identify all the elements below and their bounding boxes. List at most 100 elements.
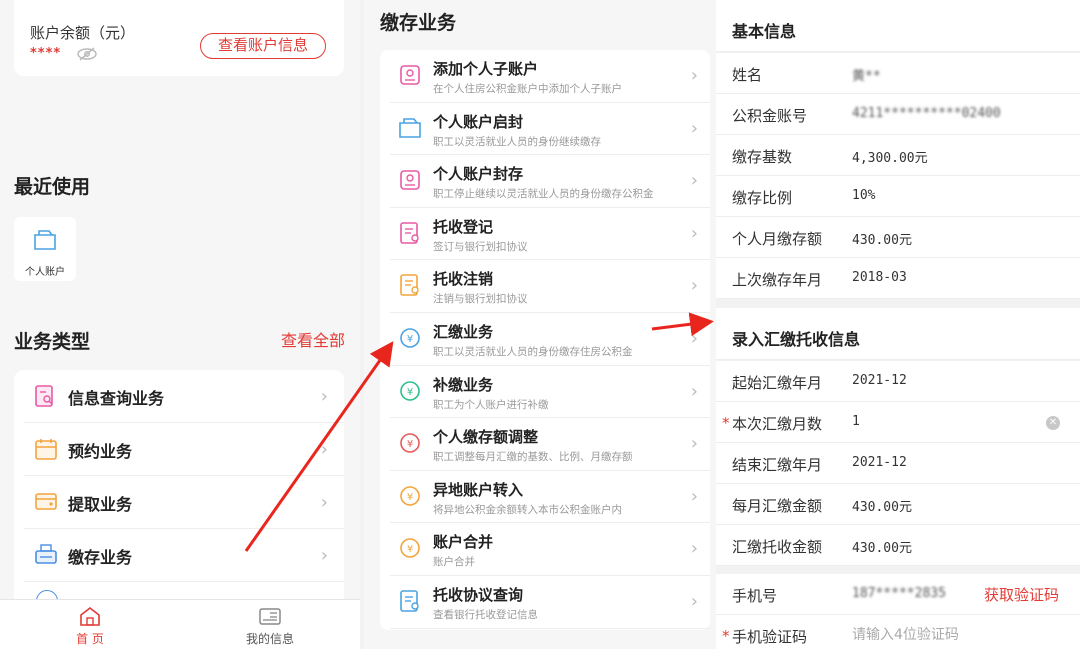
- service-title: 个人账户封存: [433, 165, 524, 184]
- tab-label: 首 页: [76, 632, 104, 646]
- biz-item-label: 预约业务: [68, 442, 133, 461]
- biz-item-label: 提取业务: [68, 495, 133, 514]
- balance-value: ****: [30, 46, 62, 61]
- home-screen: 账户余额（元） **** 查看账户信息 最近使用 个人账户 业务类型 查看全部 …: [0, 0, 360, 649]
- service-title: 异地账户转入: [433, 480, 524, 499]
- tab-my-info[interactable]: 我的信息: [180, 600, 360, 649]
- entry-row: 汇缴托收金额 430.00元: [716, 525, 1080, 566]
- field-label: 本次汇缴月数: [732, 415, 823, 433]
- entry-row: 结束汇缴年月 2021-12: [716, 443, 1080, 484]
- code-row: * 手机验证码 请输入4位验证码: [716, 615, 1080, 649]
- service-title: 账户合并: [433, 533, 494, 552]
- view-all-link[interactable]: 查看全部: [281, 327, 345, 351]
- info-row: 姓名 黄**: [716, 53, 1080, 94]
- service-subtitle: 职工为个人账户进行补缴: [433, 398, 549, 411]
- service-item[interactable]: 托收协议查询 查看银行托收登记信息 ›: [390, 576, 710, 629]
- biz-type-list: 信息查询业务 › 预约业务 › 提取业务 › 缴存业务 ›: [14, 370, 344, 612]
- basic-info-header: 基本信息: [716, 0, 1080, 52]
- biz-item-deposit[interactable]: 缴存业务 ›: [24, 529, 344, 582]
- chevron-right-icon: ›: [690, 433, 698, 455]
- biz-item-withdraw[interactable]: 提取业务 ›: [24, 476, 344, 529]
- chevron-right-icon: ›: [690, 117, 698, 139]
- field-label: 起始汇缴年月: [732, 374, 823, 392]
- chevron-right-icon: ›: [690, 538, 698, 560]
- entry-info-header: 录入汇缴托收信息: [716, 308, 1080, 360]
- section-title: 基本信息: [732, 22, 797, 41]
- clear-icon[interactable]: ✕: [1046, 416, 1060, 430]
- field-label: 公积金账号: [732, 107, 808, 125]
- info-row: 缴存比例 10%: [716, 176, 1080, 217]
- service-item[interactable]: 个人账户封存 职工停止继续以灵活就业人员的身份缴存公积金 ›: [390, 155, 710, 208]
- svg-text:¥: ¥: [407, 387, 413, 398]
- service-subtitle: 在个人住房公积金账户中添加个人子账户: [433, 83, 622, 95]
- service-title: 添加个人子账户: [433, 60, 539, 78]
- field-value: 4211**********02400: [852, 106, 1001, 121]
- service-item[interactable]: ¥ 账户合并 账户合并 ›: [390, 523, 710, 576]
- balance-card: 账户余额（元） **** 查看账户信息: [14, 0, 344, 76]
- service-item[interactable]: 托收登记 签订与银行划扣协议 ›: [390, 208, 710, 261]
- info-row: 个人月缴存额 430.00元: [716, 217, 1080, 258]
- id-card-icon: [259, 608, 281, 625]
- biz-item-label: 缴存业务: [68, 548, 133, 567]
- chevron-right-icon: ›: [690, 65, 698, 86]
- recent-item-personal-account[interactable]: 个人账户: [14, 217, 76, 281]
- biz-item-appointment[interactable]: 预约业务 ›: [24, 423, 344, 476]
- get-code-button[interactable]: 获取验证码: [984, 584, 1059, 605]
- chevron-right-icon: ›: [690, 222, 698, 244]
- service-item[interactable]: ¥ 补缴业务 职工为个人账户进行补缴 ›: [390, 366, 710, 419]
- chevron-right-icon: ›: [690, 275, 698, 297]
- svg-text:¥: ¥: [407, 334, 413, 345]
- recent-item-label: 个人账户: [25, 267, 65, 278]
- chevron-right-icon: ›: [690, 380, 698, 402]
- deposit-services-screen: 缴存业务 添加个人子账户 在个人住房公积金账户中添加个人子账户 › 个人账户启封 职工以…: [364, 0, 716, 649]
- field-label: 缴存比例: [732, 189, 793, 207]
- service-item[interactable]: 托收注销 注销与银行划扣协议 ›: [390, 260, 710, 313]
- field-value: 黄**: [852, 69, 881, 84]
- service-item[interactable]: 个人账户启封 职工以灵活就业人员的身份继续缴存 ›: [390, 103, 710, 156]
- service-item[interactable]: ¥ 异地账户转入将异地公积金余额转入本市公积金账户内 ›: [390, 471, 710, 524]
- field-value: 430.00元: [852, 541, 912, 556]
- merge-icon: ¥: [400, 538, 420, 559]
- code-input[interactable]: 请输入4位验证码: [852, 624, 959, 644]
- service-list: 添加个人子账户 在个人住房公积金账户中添加个人子账户 › 个人账户启封 职工以灵活就业人…: [380, 50, 710, 630]
- chevron-right-icon: ›: [690, 591, 698, 612]
- doc-cancel-icon: [400, 274, 419, 297]
- required-mark: *: [722, 627, 730, 645]
- chevron-right-icon: ›: [320, 386, 328, 407]
- section-title: 录入汇缴托收信息: [732, 330, 861, 349]
- field-label: 手机号: [732, 587, 778, 605]
- calendar-icon: [35, 439, 57, 460]
- folder-open-icon: [34, 230, 56, 250]
- tab-home[interactable]: 首 页: [0, 600, 180, 649]
- service-item[interactable]: ¥ 汇缴业务 职工以灵活就业人员的身份缴存住房公积金 ›: [390, 313, 710, 366]
- service-subtitle: 职工停止继续以灵活就业人员的身份缴存公积金: [433, 188, 654, 201]
- entry-row: 每月汇缴金额 430.00元: [716, 484, 1080, 525]
- tab-label: 我的信息: [245, 632, 294, 646]
- svg-text:¥: ¥: [407, 544, 413, 555]
- field-label: 个人月缴存额: [732, 230, 823, 248]
- balance-label: 账户余额（元）: [30, 24, 136, 42]
- chevron-right-icon: ›: [690, 485, 698, 507]
- search-doc-icon: [35, 385, 53, 407]
- service-title: 个人账户启封: [433, 112, 524, 131]
- field-label: 结束汇缴年月: [732, 456, 823, 474]
- service-item[interactable]: ¥ 个人缴存额调整 职工调整每月汇缴的基数、比例、月缴存额 ›: [390, 418, 710, 471]
- phone-row: 手机号 187*****2835 获取验证码: [716, 574, 1080, 615]
- field-value: 430.00元: [852, 500, 912, 515]
- doc-search-icon: [400, 590, 419, 612]
- field-label: 上次缴存年月: [732, 271, 823, 289]
- chevron-right-icon: ›: [320, 492, 328, 513]
- view-account-button[interactable]: 查看账户信息: [200, 33, 326, 59]
- yuan-adjust-icon: ¥: [400, 433, 420, 453]
- field-value[interactable]: 1: [852, 414, 860, 429]
- eye-hidden-icon[interactable]: [76, 46, 98, 62]
- svg-text:¥: ¥: [407, 492, 413, 503]
- service-subtitle: 将异地公积金余额转入本市公积金账户内: [433, 503, 622, 516]
- recent-title: 最近使用: [14, 176, 91, 198]
- service-item[interactable]: 添加个人子账户在个人住房公积金账户中添加个人子账户 ›: [390, 50, 710, 103]
- info-row: 公积金账号 4211**********02400: [716, 94, 1080, 135]
- biz-item-info-query[interactable]: 信息查询业务 ›: [24, 370, 344, 423]
- svg-text:¥: ¥: [407, 439, 413, 450]
- service-subtitle: 签订与银行划扣协议: [433, 240, 528, 253]
- page-title: 缴存业务: [380, 12, 457, 34]
